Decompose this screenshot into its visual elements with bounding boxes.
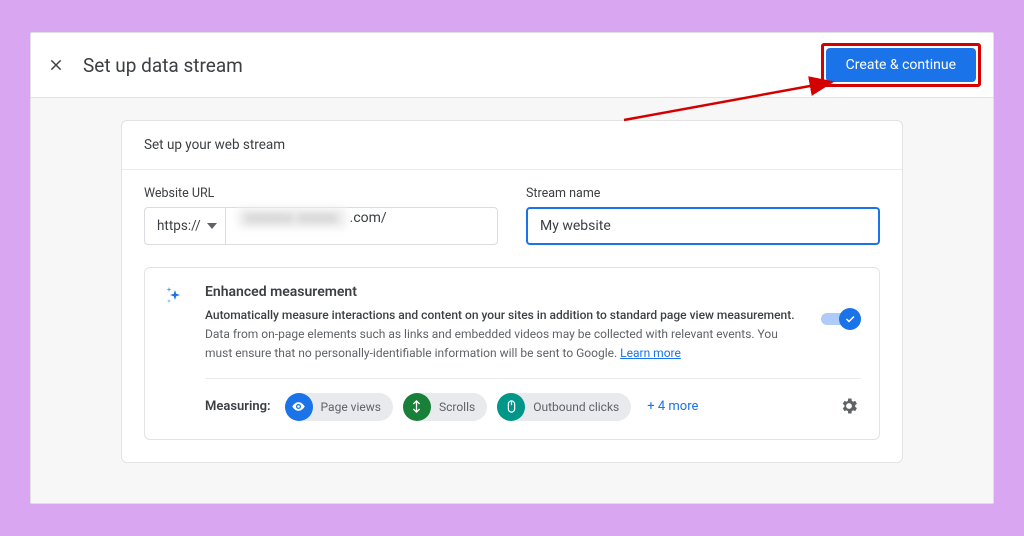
mouse-icon: [497, 393, 525, 421]
card-heading: Set up your web stream: [122, 121, 902, 170]
stream-name-label: Stream name: [526, 186, 880, 201]
chevron-down-icon: [207, 223, 217, 229]
website-url-field: Website URL https:// xxxxxx xxxxx .com/: [144, 186, 498, 245]
enhanced-description: Automatically measure interactions and c…: [205, 306, 801, 364]
enhanced-title: Enhanced measurement: [205, 284, 861, 300]
create-continue-button[interactable]: Create & continue: [826, 48, 976, 82]
more-chips-link[interactable]: + 4 more: [647, 399, 698, 414]
panel-body: Set up your web stream Website URL https…: [31, 98, 993, 503]
measuring-label: Measuring:: [205, 399, 271, 414]
website-url-label: Website URL: [144, 186, 498, 201]
protocol-value: https://: [157, 218, 201, 234]
panel-title: Set up data stream: [83, 54, 243, 77]
web-stream-card: Set up your web stream Website URL https…: [121, 120, 903, 463]
titlebar: Set up data stream Create & continue: [31, 33, 993, 98]
url-suffix: .com/: [350, 210, 387, 226]
scroll-icon: [403, 393, 431, 421]
chip-label: Page views: [321, 400, 381, 414]
annotation-highlight: Create & continue: [821, 43, 981, 87]
chip-scrolls: Scrolls: [403, 393, 487, 421]
enhanced-toggle[interactable]: [821, 308, 861, 330]
protocol-select[interactable]: https://: [144, 207, 225, 245]
sparkle-icon: [163, 284, 189, 421]
divider: [205, 378, 861, 379]
gear-icon[interactable]: [839, 396, 861, 418]
website-url-input[interactable]: xxxxxx xxxxx .com/: [225, 207, 498, 245]
enhanced-measurement-card: Enhanced measurement Automatically measu…: [144, 267, 880, 440]
chip-label: Scrolls: [439, 400, 475, 414]
eye-icon: [285, 393, 313, 421]
close-icon[interactable]: [45, 54, 67, 76]
chip-page-views: Page views: [285, 393, 393, 421]
url-redacted: xxxxxx xxxxx: [238, 208, 346, 228]
chip-label: Outbound clicks: [533, 400, 619, 414]
stream-name-field: Stream name: [526, 186, 880, 245]
stream-name-input[interactable]: [526, 207, 880, 245]
learn-more-link[interactable]: Learn more: [620, 346, 681, 360]
measuring-row: Measuring: Page views: [205, 393, 861, 421]
setup-data-stream-panel: Set up data stream Create & continue Set…: [30, 32, 994, 504]
check-icon: [844, 313, 856, 325]
chip-outbound: Outbound clicks: [497, 393, 631, 421]
